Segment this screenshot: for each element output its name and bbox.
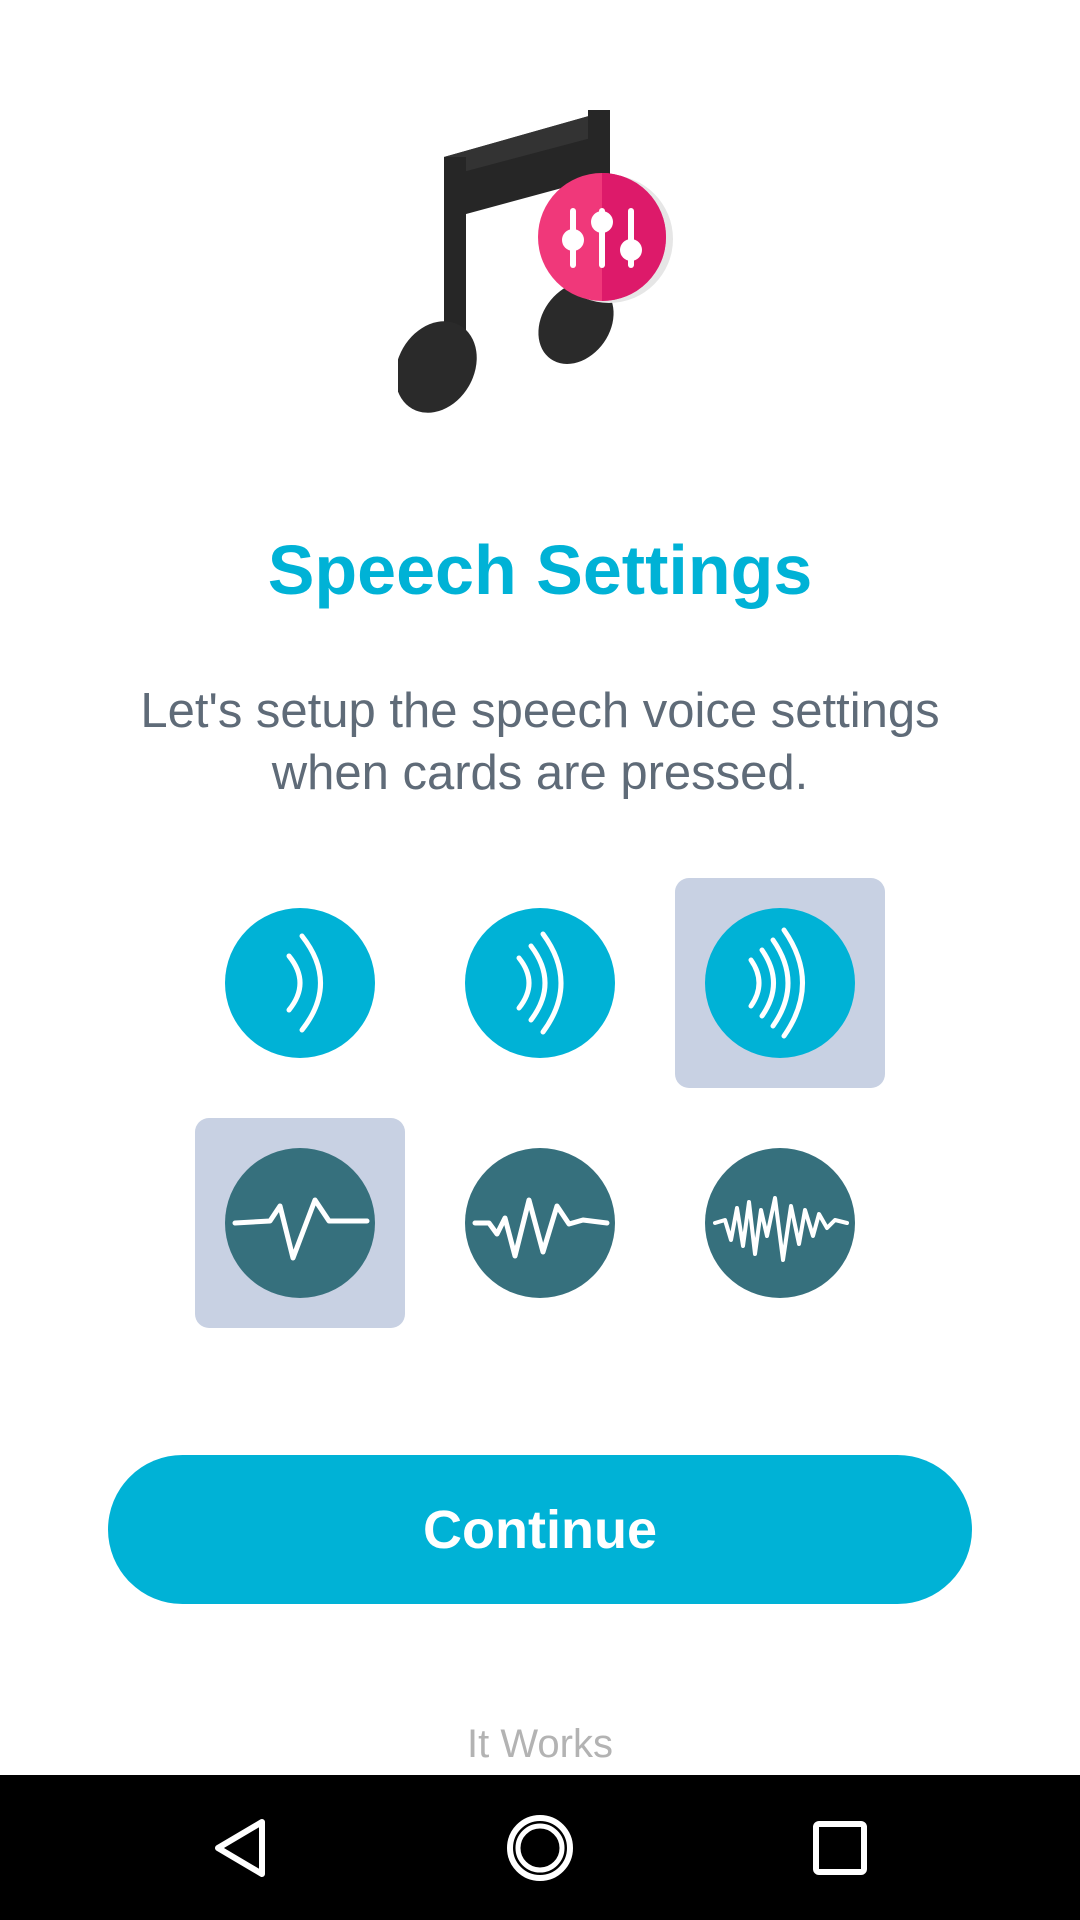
volume-high-option[interactable] xyxy=(675,878,885,1088)
recents-button[interactable] xyxy=(770,1775,910,1920)
volume-low-icon xyxy=(286,933,323,1033)
back-button[interactable] xyxy=(170,1775,310,1920)
pitch-low-option[interactable] xyxy=(195,1118,405,1328)
pitch-high-option[interactable] xyxy=(675,1118,885,1328)
pitch-high-icon xyxy=(713,1196,849,1262)
volume-medium-icon xyxy=(516,931,564,1035)
continue-button[interactable]: Continue xyxy=(108,1455,972,1604)
music-settings-logo-icon xyxy=(395,105,683,415)
volume-high-icon xyxy=(748,927,805,1039)
home-icon xyxy=(507,1814,573,1881)
volume-medium-option[interactable] xyxy=(435,878,645,1088)
navigation-bar xyxy=(0,1775,1080,1920)
pitch-medium-icon xyxy=(472,1197,610,1259)
volume-low-option[interactable] xyxy=(195,878,405,1088)
page-description: Let's setup the speech voice settings wh… xyxy=(140,684,940,800)
footer-text: It Works xyxy=(467,1722,613,1766)
page-title: Speech Settings xyxy=(267,531,813,609)
pitch-low-icon xyxy=(232,1197,370,1261)
back-icon xyxy=(215,1818,265,1877)
home-button[interactable] xyxy=(470,1775,610,1920)
pitch-medium-option[interactable] xyxy=(435,1118,645,1328)
recents-icon xyxy=(813,1820,867,1875)
